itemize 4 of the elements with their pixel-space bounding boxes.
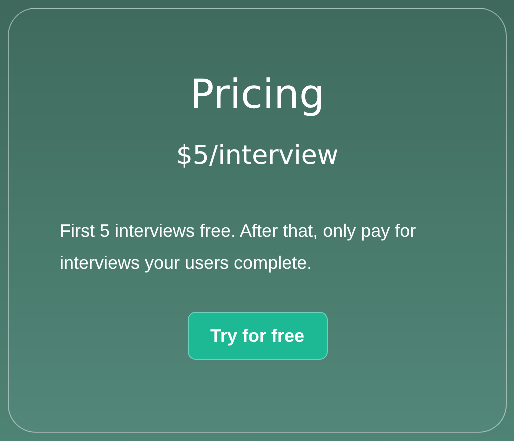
description-text: First 5 interviews free. After that, only pay for interviews your users complete. bbox=[59, 220, 418, 275]
card-title: Pricing bbox=[190, 71, 325, 119]
price-text: $5/interview bbox=[176, 141, 339, 171]
try-for-free-button[interactable]: Try for free bbox=[188, 312, 328, 360]
